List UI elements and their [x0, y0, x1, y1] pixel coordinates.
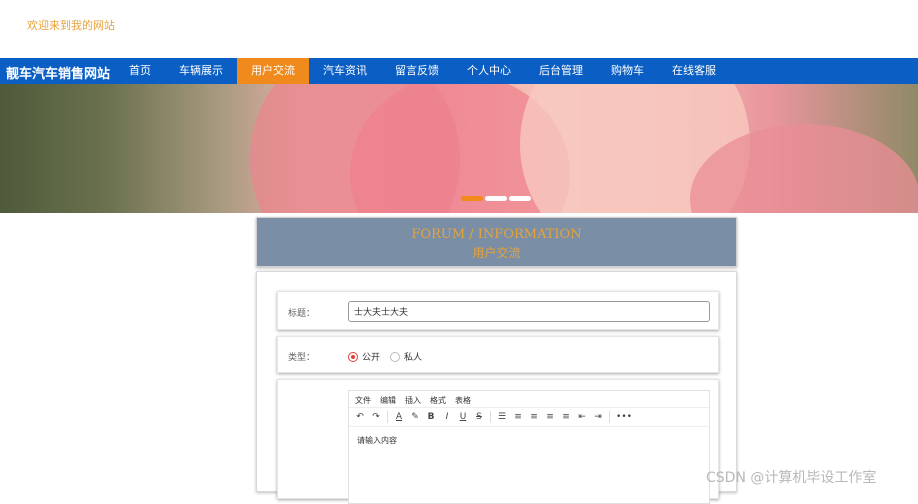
content-row: 文件 编辑 插入 格式 表格 ↶ ↷ A ✎ B I U S ☰ ≡ ≡ ≡ ≡… [277, 379, 719, 504]
toolbar-divider [387, 411, 388, 423]
toolbar-divider [490, 411, 491, 423]
indent-icon[interactable]: ⇥ [593, 412, 603, 422]
justify-icon[interactable]: ≡ [561, 412, 571, 422]
outdent-icon[interactable]: ⇤ [577, 412, 587, 422]
toolbar-divider [609, 411, 610, 423]
editor-menu-format[interactable]: 格式 [430, 395, 446, 405]
nav-item-cart[interactable]: 购物车 [597, 58, 658, 84]
radio-unchecked-icon [390, 351, 400, 362]
nav-item-news[interactable]: 汽车资讯 [309, 58, 381, 84]
banner-carousel[interactable] [0, 84, 918, 213]
title-label: 标题： [288, 309, 316, 319]
nav-item-admin[interactable]: 后台管理 [525, 58, 597, 84]
redo-icon[interactable]: ↷ [371, 412, 381, 422]
type-row: 类型： 公开 私人 [277, 336, 719, 373]
carousel-indicators [461, 196, 531, 204]
title-row: 标题： [277, 291, 719, 330]
align-left-icon[interactable]: ≡ [513, 412, 523, 422]
nav-item-cars[interactable]: 车辆展示 [165, 58, 237, 84]
nav-item-service[interactable]: 在线客服 [658, 58, 730, 84]
radio-checked-icon [348, 351, 358, 362]
site-brand[interactable]: 靓车汽车销售网站 [6, 63, 110, 82]
editor-content[interactable]: 请输入内容 [349, 427, 709, 454]
editor-menu-edit[interactable]: 编辑 [380, 395, 396, 405]
editor-menubar: 文件 编辑 插入 格式 表格 [349, 391, 709, 407]
nav-item-home[interactable]: 首页 [115, 58, 165, 84]
nav-item-profile[interactable]: 个人中心 [453, 58, 525, 84]
align-right-icon[interactable]: ≡ [545, 412, 555, 422]
type-label: 类型： [288, 353, 316, 363]
carousel-dot[interactable] [509, 196, 531, 201]
rich-text-editor[interactable]: 文件 编辑 插入 格式 表格 ↶ ↷ A ✎ B I U S ☰ ≡ ≡ ≡ ≡… [348, 390, 710, 504]
carousel-dot[interactable] [461, 196, 483, 201]
nav-item-feedback[interactable]: 留言反馈 [381, 58, 453, 84]
editor-toolbar: ↶ ↷ A ✎ B I U S ☰ ≡ ≡ ≡ ≡ ⇤ ⇥ ••• [349, 407, 709, 427]
editor-menu-table[interactable]: 表格 [455, 395, 471, 405]
type-option-label: 公开 [362, 353, 381, 363]
align-center-icon[interactable]: ≡ [529, 412, 539, 422]
type-option-private[interactable]: 私人 [390, 350, 422, 363]
more-icon[interactable]: ••• [616, 412, 632, 422]
section-title-cn: 用户交流 [472, 246, 521, 260]
type-option-label: 私人 [404, 353, 423, 363]
editor-menu-insert[interactable]: 插入 [405, 395, 421, 405]
title-input[interactable] [348, 301, 710, 322]
section-title-en: FORUM / INFORMATION [411, 227, 582, 242]
type-option-public[interactable]: 公开 [348, 350, 380, 363]
strikethrough-icon[interactable]: S [474, 412, 484, 422]
nav-items: 首页 车辆展示 用户交流 汽车资讯 留言反馈 个人中心 后台管理 购物车 在线客… [115, 58, 730, 84]
welcome-text: 欢迎来到我的网站 [27, 19, 115, 32]
bold-icon[interactable]: B [426, 412, 436, 422]
top-bar: 欢迎来到我的网站 [0, 0, 918, 58]
nav-item-forum[interactable]: 用户交流 [237, 58, 309, 84]
list-icon[interactable]: ☰ [497, 412, 507, 422]
post-form: 标题： 类型： 公开 私人 文件 编辑 插入 格式 表格 ↶ ↷ [256, 271, 737, 504]
section-title-panel: FORUM / INFORMATION 用户交流 [256, 217, 737, 267]
highlight-icon[interactable]: ✎ [410, 412, 420, 422]
italic-icon[interactable]: I [442, 412, 452, 422]
undo-icon[interactable]: ↶ [355, 412, 365, 422]
underline-icon[interactable]: U [458, 412, 468, 422]
nav-bar: 靓车汽车销售网站 首页 车辆展示 用户交流 汽车资讯 留言反馈 个人中心 后台管… [0, 58, 918, 84]
csdn-watermark: CSDN @计算机毕设工作室 [706, 470, 877, 486]
carousel-dot[interactable] [485, 196, 507, 201]
editor-menu-file[interactable]: 文件 [355, 395, 371, 405]
font-color-icon[interactable]: A [394, 412, 404, 422]
